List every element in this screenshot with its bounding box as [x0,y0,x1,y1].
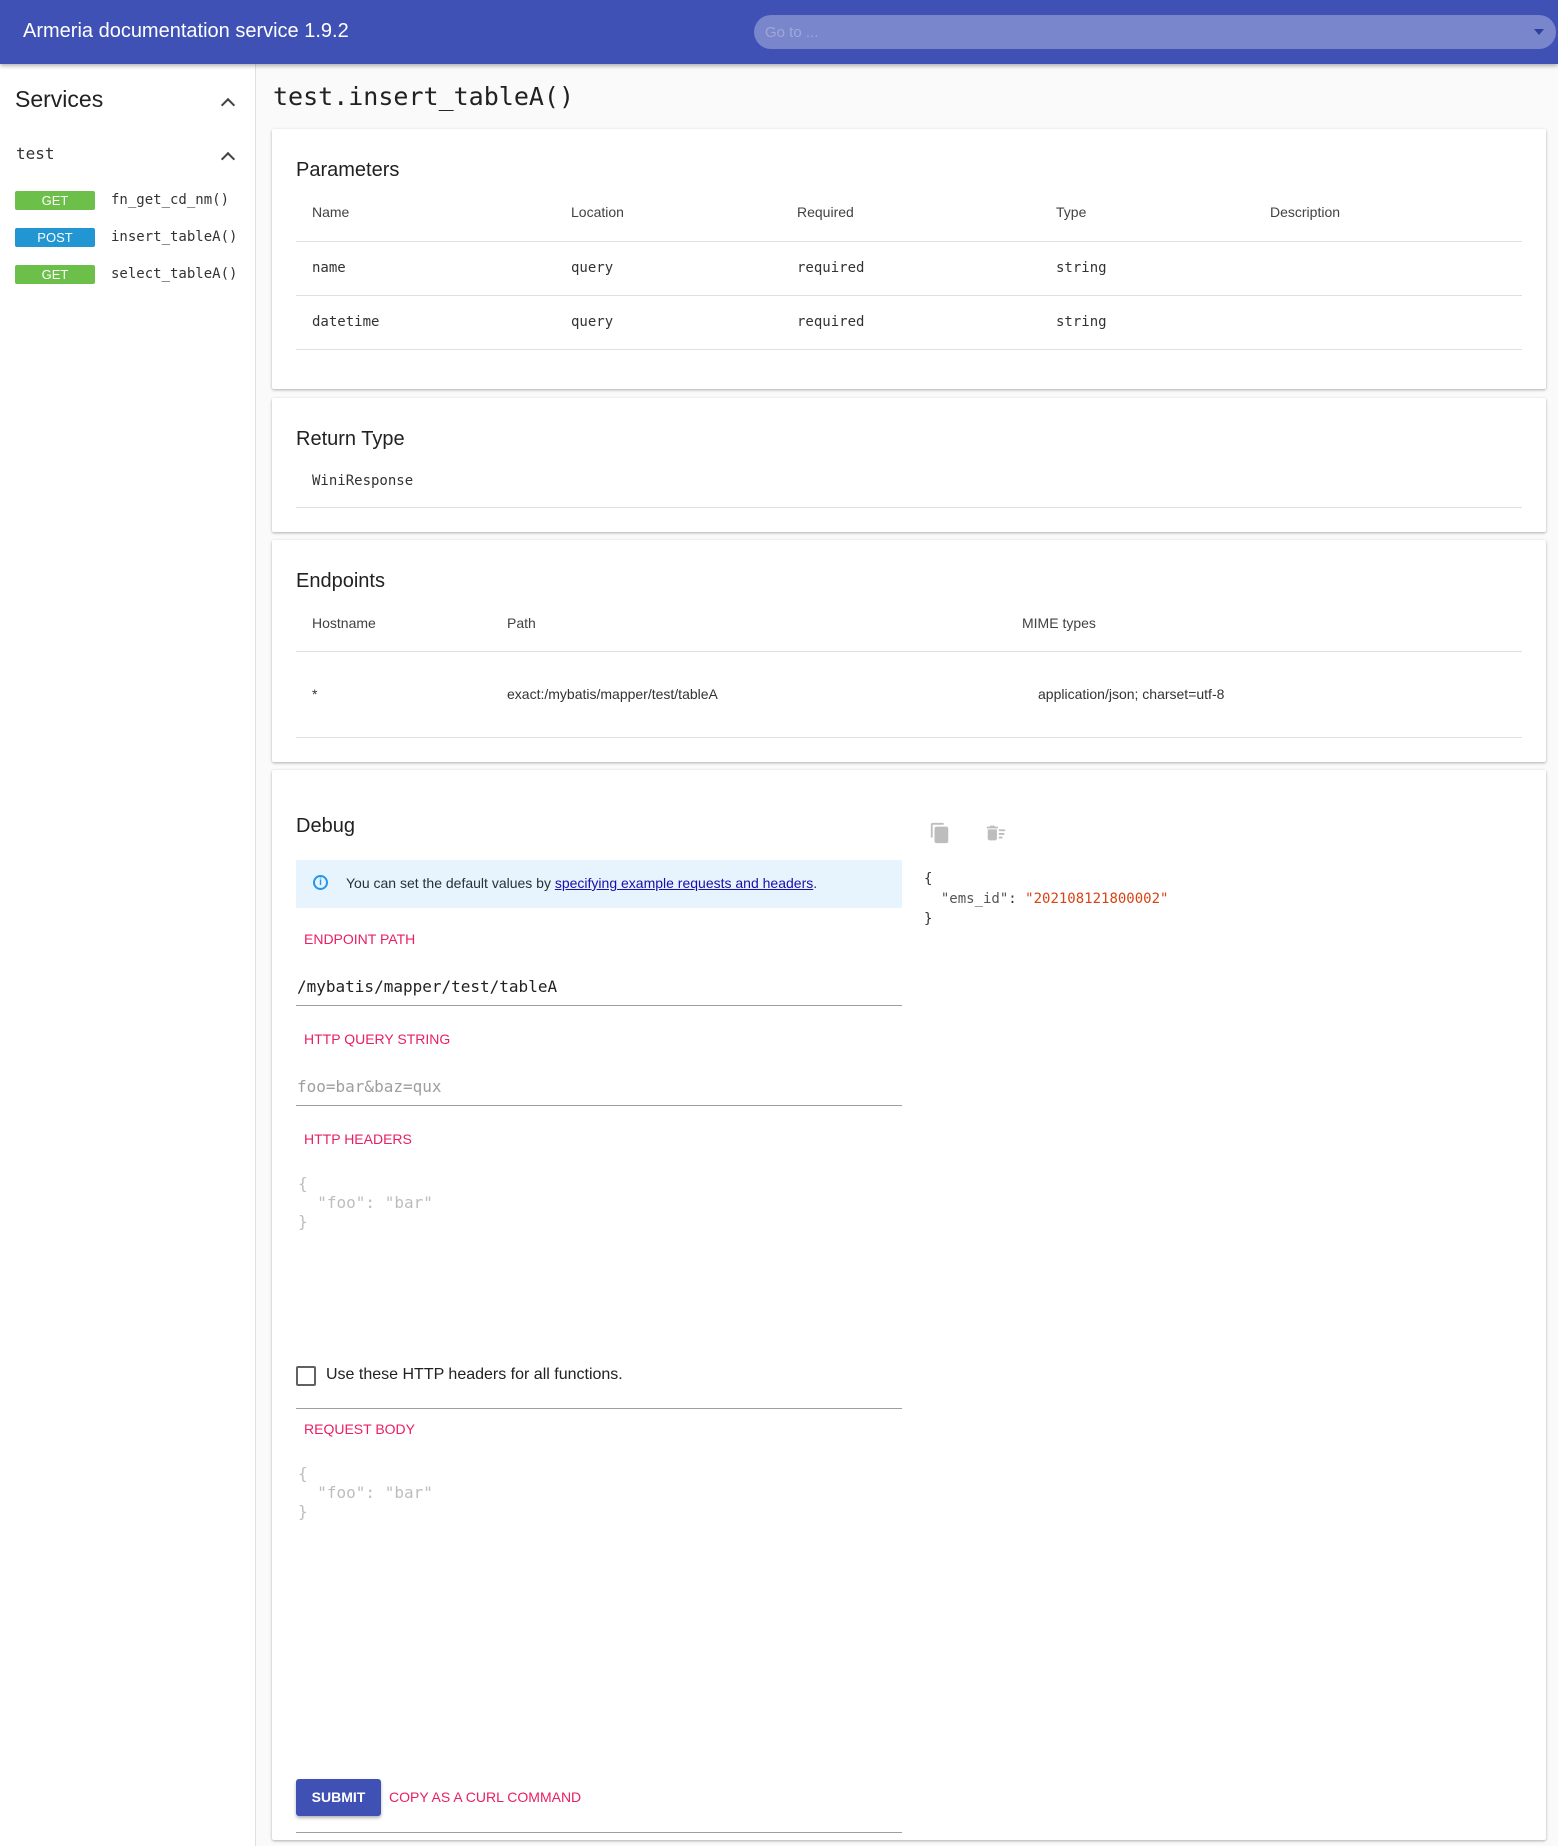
function-name: select_tableA() [111,266,238,282]
table-header: Name [312,204,350,220]
endpoint-path-label: ENDPOINT PATH [304,931,416,947]
chevron-up-icon[interactable] [220,97,236,113]
method-badge-get: GET [15,191,95,210]
sidebar-item-select-tablea[interactable]: GET select_tableA() [15,265,245,285]
table-header: Description [1270,204,1341,220]
response-close: } [924,911,933,927]
goto-select[interactable]: Go to ... [754,15,1556,49]
info-text-prefix: You can set the default values by [346,875,555,891]
endpoint-mime-types: application/json; charset=utf-8 [1038,686,1225,702]
param-name: name [312,260,346,276]
http-headers-label: HTTP HEADERS [304,1131,412,1147]
debug-card: Debug i You can set the default values b… [272,770,1546,1840]
param-name: datetime [312,314,380,330]
parameters-card: Parameters Name Location Required Type D… [272,129,1546,389]
param-location: query [571,260,614,276]
query-string-label: HTTP QUERY STRING [304,1031,451,1047]
headers-for-all-label: Use these HTTP headers for all functions… [326,1366,623,1383]
info-icon: i [313,875,328,890]
query-string-input[interactable]: foo=bar&baz=qux [296,1065,902,1106]
dropdown-arrow-icon [1534,29,1544,35]
response-viewer: { "ems_id": "202108121800002" } [924,869,1168,929]
table-header: Path [507,615,536,631]
endpoint-path: exact:/mybatis/mapper/test/tableA [507,686,718,702]
submit-button[interactable]: SUBMIT [296,1779,381,1816]
endpoint-path-value: /mybatis/mapper/test/tableA [297,977,558,996]
return-type-card: Return Type WiniResponse [272,398,1546,532]
response-open: { [924,871,933,887]
endpoints-card: Endpoints Hostname Path MIME types * exa… [272,540,1546,762]
method-badge-get: GET [15,265,95,284]
query-string-placeholder: foo=bar&baz=qux [297,1077,442,1096]
response-key: "ems_id" [940,891,1009,907]
param-location: query [571,314,614,330]
services-header[interactable]: Services [15,86,103,113]
divider [296,241,1522,242]
service-name[interactable]: test [16,144,55,163]
param-required: required [797,260,865,276]
response-value: "202108121800002" [1025,891,1169,907]
return-type-value: WiniResponse [312,473,414,489]
endpoint-path-field[interactable]: /mybatis/mapper/test/tableA [296,965,902,1006]
table-header: Required [797,204,854,220]
page-title: test.insert_tableA() [273,82,575,111]
info-link[interactable]: specifying example requests and headers [555,875,813,891]
divider [296,651,1522,652]
function-name: insert_tableA() [111,229,238,245]
request-body-input[interactable]: { "foo": "bar" } [296,1464,902,1833]
http-headers-placeholder: { "foo": "bar" } [298,1174,433,1231]
sidebar-item-insert-tablea[interactable]: POST insert_tableA() [15,228,245,248]
app-title: Armeria documentation service 1.9.2 [23,20,349,42]
endpoints-title: Endpoints [296,570,385,592]
info-text-suffix: . [813,875,818,891]
function-name: fn_get_cd_nm() [111,192,230,208]
chevron-up-icon[interactable] [220,151,236,167]
request-body-placeholder: { "foo": "bar" } [298,1464,433,1521]
table-header: Hostname [312,615,376,631]
response-colon: : [1008,891,1026,907]
table-header: Type [1056,204,1087,220]
method-badge-post: POST [15,228,95,247]
delete-sweep-icon[interactable] [985,821,1007,845]
return-type-title: Return Type [296,428,405,450]
table-header: MIME types [1022,615,1096,631]
parameters-title: Parameters [296,159,400,181]
divider [296,295,1522,296]
headers-for-all-checkbox[interactable] [296,1366,316,1386]
sidebar: Services test GET fn_get_cd_nm() POST in… [0,64,256,1846]
copy-curl-button[interactable]: COPY AS A CURL COMMAND [389,1779,581,1816]
param-type: string [1056,314,1107,330]
param-required: required [797,314,865,330]
debug-title: Debug [296,815,355,837]
request-body-label: REQUEST BODY [304,1421,415,1437]
info-text: You can set the default values by specif… [346,875,817,891]
table-header: Location [571,204,624,220]
sidebar-item-fn-get-cd-nm[interactable]: GET fn_get_cd_nm() [15,191,245,211]
endpoint-hostname: * [312,686,318,702]
copy-icon[interactable] [929,821,951,845]
goto-placeholder: Go to ... [765,24,819,41]
divider [296,507,1522,508]
divider [296,737,1522,738]
app-bar: Armeria documentation service 1.9.2 Go t… [0,0,1558,64]
param-type: string [1056,260,1107,276]
divider [296,349,1522,350]
info-alert: i You can set the default values by spec… [296,860,902,908]
